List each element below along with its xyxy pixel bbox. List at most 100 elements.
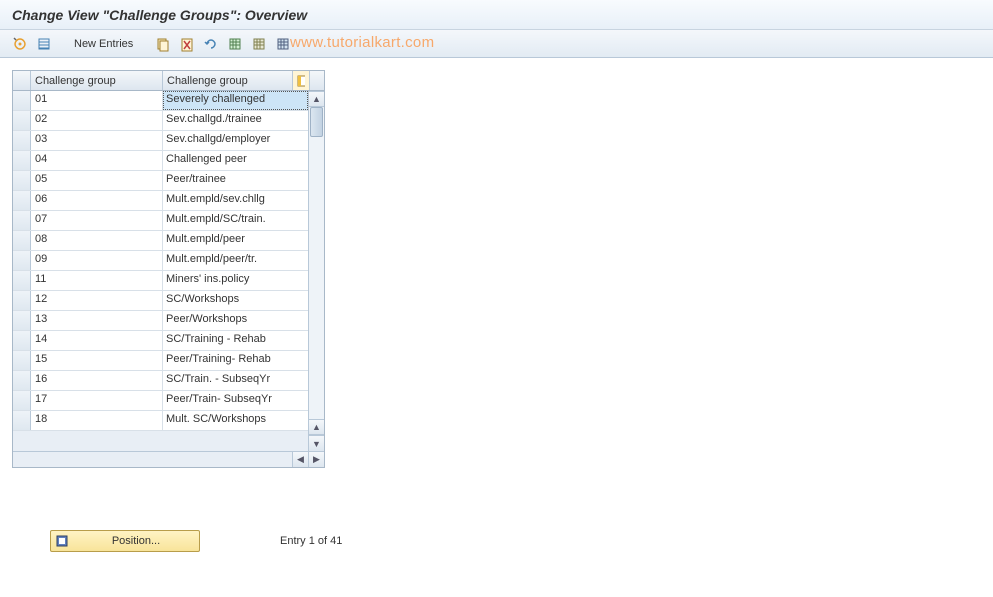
cell-code[interactable]: 04 xyxy=(31,151,163,170)
copy-icon[interactable] xyxy=(153,34,173,54)
row-selector[interactable] xyxy=(13,371,31,390)
cell-code[interactable]: 03 xyxy=(31,131,163,150)
table-row: 08Mult.empld/peer xyxy=(13,231,308,251)
new-entries-button[interactable]: New Entries xyxy=(68,36,139,52)
delete-icon[interactable] xyxy=(177,34,197,54)
table-row: 12SC/Workshops xyxy=(13,291,308,311)
cell-desc[interactable]: SC/Workshops xyxy=(163,291,308,310)
deselect-all-icon[interactable] xyxy=(249,34,269,54)
column-config-icon[interactable] xyxy=(293,71,310,90)
cell-code[interactable]: 09 xyxy=(31,251,163,270)
select-all-icon[interactable] xyxy=(225,34,245,54)
table-row: 18Mult. SC/Workshops xyxy=(13,411,308,431)
row-selector[interactable] xyxy=(13,251,31,270)
title-bar: Change View "Challenge Groups": Overview xyxy=(0,0,993,30)
row-selector[interactable] xyxy=(13,171,31,190)
table-row: 14SC/Training - Rehab xyxy=(13,331,308,351)
row-selector[interactable] xyxy=(13,211,31,230)
cell-code[interactable]: 05 xyxy=(31,171,163,190)
scroll-thumb[interactable] xyxy=(310,107,323,137)
cell-desc[interactable]: Miners' ins.policy xyxy=(163,271,308,290)
row-selector[interactable] xyxy=(13,131,31,150)
expand-icon[interactable] xyxy=(34,34,54,54)
table-row: 15Peer/Training- Rehab xyxy=(13,351,308,371)
table: Challenge group Challenge group 01Severe… xyxy=(12,70,325,468)
table-body: 01Severely challenged02Sev.challgd./trai… xyxy=(13,91,324,451)
table-row: 06Mult.empld/sev.chllg xyxy=(13,191,308,211)
cell-code[interactable]: 13 xyxy=(31,311,163,330)
table-row: 05Peer/trainee xyxy=(13,171,308,191)
scroll-right-icon[interactable]: ▶ xyxy=(308,452,324,467)
cell-desc[interactable]: Mult. SC/Workshops xyxy=(163,411,308,430)
row-selector[interactable] xyxy=(13,351,31,370)
position-button[interactable]: Position... xyxy=(50,530,200,552)
scroll-up-icon[interactable]: ▲ xyxy=(309,91,324,107)
cell-desc[interactable]: SC/Training - Rehab xyxy=(163,331,308,350)
position-label: Position... xyxy=(73,535,199,547)
row-selector[interactable] xyxy=(13,231,31,250)
cell-desc[interactable]: Mult.empld/SC/train. xyxy=(163,211,308,230)
footer-area: Position... Entry 1 of 41 xyxy=(50,530,342,552)
cell-desc[interactable]: Peer/Train- SubseqYr xyxy=(163,391,308,410)
cell-desc[interactable]: Mult.empld/sev.chllg xyxy=(163,191,308,210)
table-row: 01Severely challenged xyxy=(13,91,308,111)
toggle-display-icon[interactable] xyxy=(10,34,30,54)
table-row: 04Challenged peer xyxy=(13,151,308,171)
table-row: 07Mult.empld/SC/train. xyxy=(13,211,308,231)
cell-code[interactable]: 02 xyxy=(31,111,163,130)
row-selector[interactable] xyxy=(13,311,31,330)
table-row: 09Mult.empld/peer/tr. xyxy=(13,251,308,271)
table-row: 13Peer/Workshops xyxy=(13,311,308,331)
cell-code[interactable]: 18 xyxy=(31,411,163,430)
table-header: Challenge group Challenge group xyxy=(13,71,324,91)
cell-desc[interactable]: Peer/Training- Rehab xyxy=(163,351,308,370)
cell-code[interactable]: 06 xyxy=(31,191,163,210)
header-code[interactable]: Challenge group xyxy=(31,71,163,90)
cell-desc[interactable]: Sev.challgd/employer xyxy=(163,131,308,150)
cell-code[interactable]: 16 xyxy=(31,371,163,390)
table-row: 02Sev.challgd./trainee xyxy=(13,111,308,131)
cell-code[interactable]: 15 xyxy=(31,351,163,370)
content-area: Challenge group Challenge group 01Severe… xyxy=(0,58,993,597)
entry-status: Entry 1 of 41 xyxy=(280,535,342,547)
row-selector[interactable] xyxy=(13,391,31,410)
row-selector[interactable] xyxy=(13,331,31,350)
cell-code[interactable]: 11 xyxy=(31,271,163,290)
cell-desc[interactable]: Challenged peer xyxy=(163,151,308,170)
row-selector[interactable] xyxy=(13,411,31,430)
horizontal-scrollbar[interactable]: ◀ ▶ xyxy=(13,451,324,467)
cell-desc[interactable]: SC/Train. - SubseqYr xyxy=(163,371,308,390)
row-selector[interactable] xyxy=(13,151,31,170)
scroll-step-up-icon[interactable]: ▲ xyxy=(309,419,324,435)
undo-icon[interactable] xyxy=(201,34,221,54)
cell-code[interactable]: 07 xyxy=(31,211,163,230)
cell-code[interactable]: 12 xyxy=(31,291,163,310)
cell-desc[interactable]: Mult.empld/peer/tr. xyxy=(163,251,308,270)
table-config-icon[interactable] xyxy=(273,34,293,54)
header-desc[interactable]: Challenge group xyxy=(163,71,293,90)
table-row: 17Peer/Train- SubseqYr xyxy=(13,391,308,411)
row-selector[interactable] xyxy=(13,291,31,310)
scroll-down-icon[interactable]: ▼ xyxy=(309,435,324,451)
row-selector[interactable] xyxy=(13,91,31,110)
row-selector[interactable] xyxy=(13,191,31,210)
cell-desc[interactable]: Peer/Workshops xyxy=(163,311,308,330)
row-selector[interactable] xyxy=(13,111,31,130)
table-row: 16SC/Train. - SubseqYr xyxy=(13,371,308,391)
vertical-scrollbar[interactable]: ▲ ▲ ▼ xyxy=(308,91,324,451)
cell-desc[interactable]: Sev.challgd./trainee xyxy=(163,111,308,130)
cell-desc[interactable]: Mult.empld/peer xyxy=(163,231,308,250)
cell-code[interactable]: 17 xyxy=(31,391,163,410)
header-select-all[interactable] xyxy=(13,71,31,90)
cell-desc[interactable]: Severely challenged xyxy=(163,91,308,110)
cell-code[interactable]: 14 xyxy=(31,331,163,350)
cell-code[interactable]: 08 xyxy=(31,231,163,250)
page-title: Change View "Challenge Groups": Overview xyxy=(12,7,307,23)
position-icon xyxy=(51,534,73,548)
scroll-track[interactable] xyxy=(309,107,324,419)
scroll-left-icon[interactable]: ◀ xyxy=(292,452,308,467)
cell-desc[interactable]: Peer/trainee xyxy=(163,171,308,190)
cell-code[interactable]: 01 xyxy=(31,91,163,110)
row-selector[interactable] xyxy=(13,271,31,290)
toolbar: New Entries www.tutorialkart.com xyxy=(0,30,993,58)
